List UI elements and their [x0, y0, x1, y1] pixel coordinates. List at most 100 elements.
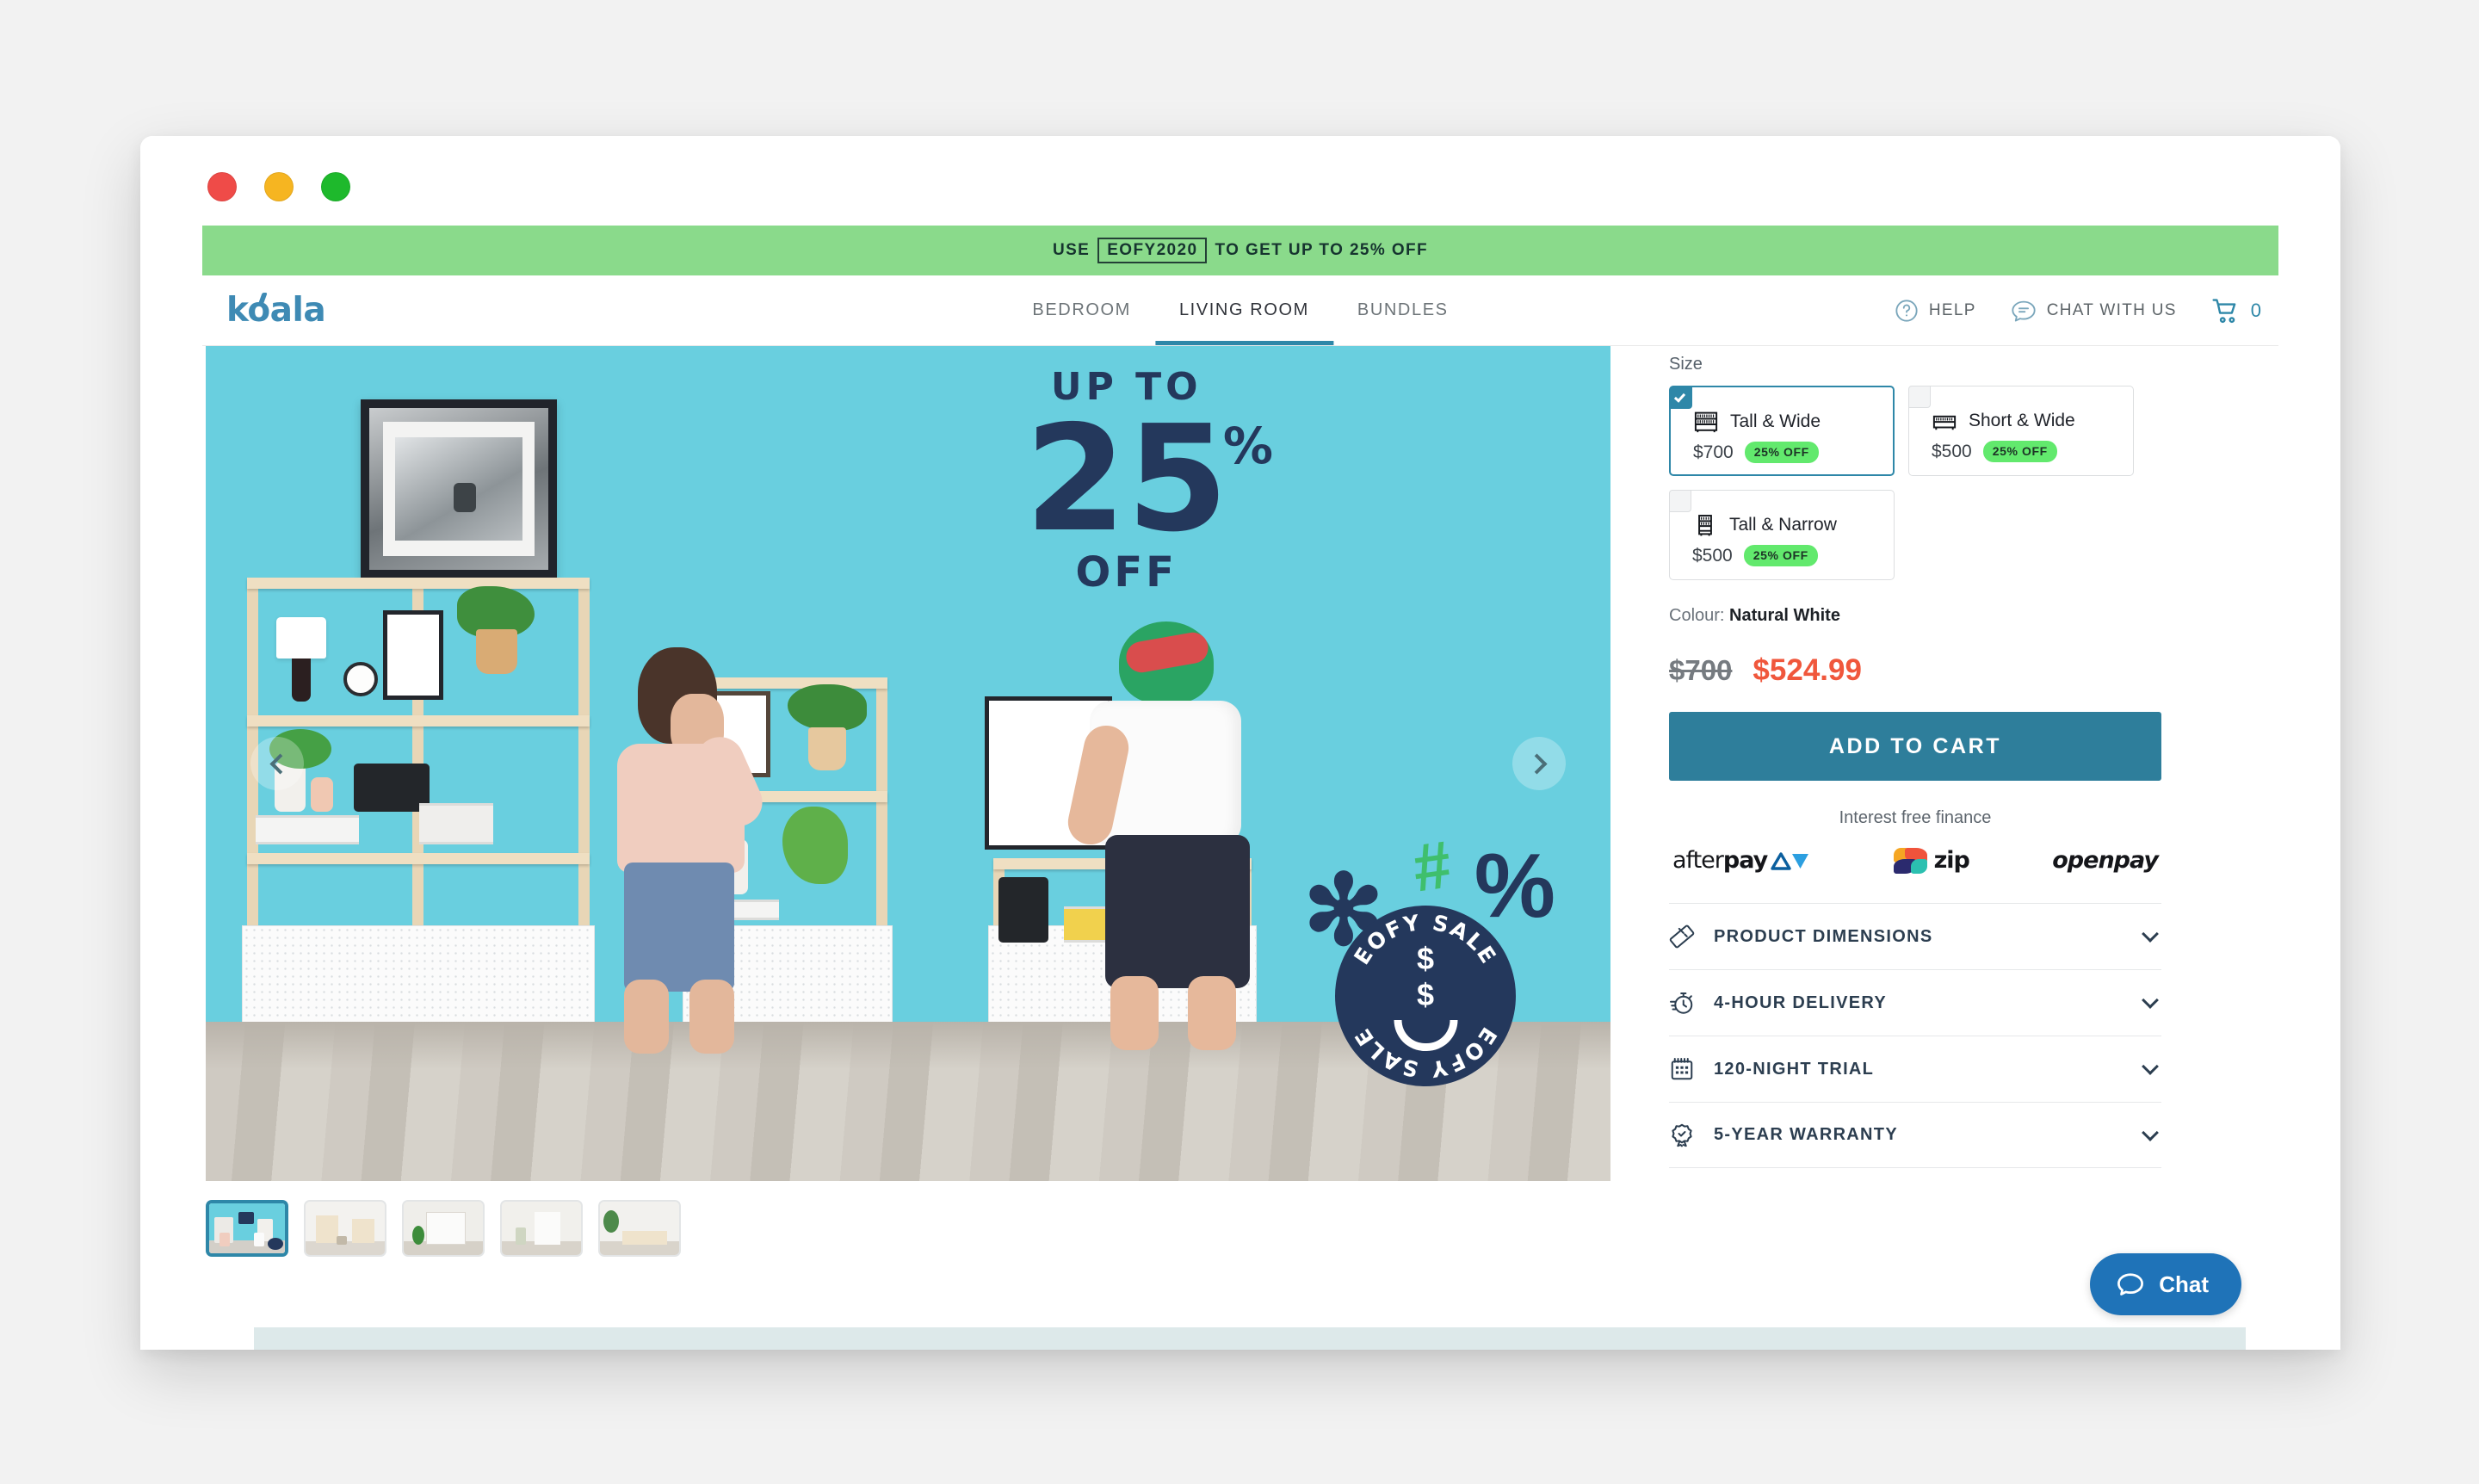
window-titlebar	[140, 136, 2340, 226]
colour-label: Colour:	[1669, 606, 1725, 625]
afterpay-mark-icon	[1771, 850, 1810, 872]
product-info-accordion: PRODUCT DIMENSIONS 4-HOUR DELIVERY 120-N…	[1669, 903, 2161, 1168]
question-circle-icon	[1895, 299, 1919, 323]
price-current: $524.99	[1753, 653, 1862, 687]
gallery-next-button[interactable]	[1512, 737, 1566, 790]
size-checkbox-tall-and-wide[interactable]	[1670, 386, 1692, 409]
zip-mark-icon	[1893, 847, 1928, 874]
chevron-down-icon	[2142, 1123, 2159, 1141]
chat-widget-button[interactable]: Chat	[2090, 1253, 2241, 1315]
zip-text: zip	[1933, 847, 1970, 874]
promo-code[interactable]: EOFY2020	[1097, 238, 1208, 263]
hero-sale-text: UP TO 25 % OFF	[1024, 365, 1273, 597]
wall-art-frame	[361, 399, 557, 578]
accordion-label-4-hour-delivery: 4-HOUR DELIVERY	[1714, 992, 1888, 1012]
eofy-badge-smile	[1394, 1020, 1457, 1051]
person-man	[1064, 621, 1295, 1052]
nav-item-living-room[interactable]: LIVING ROOM	[1154, 275, 1333, 345]
size-checkbox-short-and-wide[interactable]	[1908, 386, 1931, 408]
promo-suffix: TO GET UP TO 25% OFF	[1215, 241, 1429, 259]
shelf-tall-narrow-icon	[1692, 513, 1718, 537]
eofy-badge-face: $ $	[1381, 941, 1471, 1051]
gallery-thumbnails	[206, 1181, 1610, 1257]
gallery-thumbnail-1[interactable]	[206, 1200, 288, 1257]
finance-providers: afterpay zip openpay	[1669, 847, 2161, 874]
hero-percent-sign: %	[1222, 417, 1273, 475]
cart-button[interactable]: 0	[2211, 298, 2261, 324]
gallery-thumbnail-4[interactable]	[500, 1200, 583, 1257]
accordion-row-4-hour-delivery[interactable]: 4-HOUR DELIVERY	[1669, 969, 2161, 1036]
afterpay-text-light: after	[1672, 847, 1724, 874]
shelf-short-wide-icon	[1932, 409, 1957, 433]
openpay-text: openpay	[2052, 847, 2159, 874]
page-bottom-strip	[254, 1327, 2246, 1350]
finance-label: Interest free finance	[1839, 808, 1992, 827]
chat-with-us-link[interactable]: CHAT WITH US	[2011, 299, 2177, 323]
gallery-prev-button[interactable]	[250, 737, 304, 790]
chat-with-us-label: CHAT WITH US	[2046, 300, 2177, 319]
help-link[interactable]: HELP	[1895, 299, 1976, 323]
badge-check-icon	[1669, 1122, 1695, 1148]
size-price-tall-and-wide: $700	[1693, 442, 1734, 462]
ruler-icon	[1669, 924, 1695, 949]
shelf-tall-wide-icon	[1693, 410, 1719, 434]
chat-bubble-icon	[2011, 299, 2037, 323]
chevron-right-icon	[1525, 752, 1548, 775]
maximize-window-button[interactable]	[321, 172, 350, 201]
size-option-tall-and-wide[interactable]: Tall & Wide $700 25% OFF	[1669, 386, 1895, 476]
close-window-button[interactable]	[207, 172, 237, 201]
header-actions: HELP CHAT WITH US 0	[1895, 298, 2278, 324]
cart-count: 0	[2250, 299, 2261, 321]
calendar-icon	[1669, 1056, 1695, 1082]
colour-row: Colour: Natural White	[1669, 606, 2161, 626]
hero-image[interactable]: UP TO 25 % OFF # % ✻ EOFY SALE EOFY SALE…	[206, 346, 1610, 1181]
zip-logo[interactable]: zip	[1893, 847, 1970, 874]
chevron-down-icon	[2142, 992, 2159, 1009]
size-price-tall-and-narrow: $500	[1692, 545, 1733, 566]
size-name-tall-and-wide: Tall & Wide	[1730, 411, 1821, 431]
openpay-logo[interactable]: openpay	[2052, 847, 2159, 874]
nav-item-bedroom[interactable]: BEDROOM	[1008, 275, 1155, 345]
size-option-tall-and-narrow[interactable]: Tall & Narrow $500 25% OFF	[1669, 490, 1895, 580]
promo-banner[interactable]: USE EOFY2020 TO GET UP TO 25% OFF	[202, 226, 2278, 275]
accordion-row-product-dimensions[interactable]: PRODUCT DIMENSIONS	[1669, 903, 2161, 969]
eofy-badge-eyes: $ $	[1416, 941, 1447, 1012]
logo-text: koala	[226, 291, 326, 330]
gallery-thumbnail-3[interactable]	[402, 1200, 485, 1257]
window-controls	[207, 172, 350, 201]
size-options: Tall & Wide $700 25% OFF Short & Wide $5…	[1669, 386, 2161, 580]
promo-prefix: USE	[1052, 241, 1091, 259]
shopping-cart-icon	[2211, 298, 2241, 324]
product-page-content: UP TO 25 % OFF # % ✻ EOFY SALE EOFY SALE…	[140, 346, 2340, 1257]
product-gallery: UP TO 25 % OFF # % ✻ EOFY SALE EOFY SALE…	[202, 346, 1610, 1257]
accordion-label-120-night-trial: 120-NIGHT TRIAL	[1714, 1059, 1875, 1079]
hero-headline-number: 25 %	[1024, 406, 1273, 553]
shelf-unit-left	[242, 578, 595, 1022]
gallery-thumbnail-5[interactable]	[598, 1200, 681, 1257]
price-row: $700 $524.99	[1669, 653, 2161, 688]
size-discount-tall-and-narrow: 25% OFF	[1743, 545, 1818, 566]
colour-value: Natural White	[1729, 606, 1840, 625]
size-checkbox-tall-and-narrow[interactable]	[1669, 490, 1691, 512]
size-option-short-and-wide[interactable]: Short & Wide $500 25% OFF	[1908, 386, 2134, 476]
gallery-thumbnail-2[interactable]	[304, 1200, 386, 1257]
minimize-window-button[interactable]	[264, 172, 294, 201]
afterpay-logo[interactable]: afterpay	[1672, 847, 1810, 874]
add-to-cart-button[interactable]: ADD TO CART	[1669, 712, 2161, 781]
afterpay-text-bold: pay	[1722, 847, 1768, 874]
art-photo	[395, 437, 522, 541]
stopwatch-icon	[1669, 990, 1695, 1016]
size-price-short-and-wide: $500	[1932, 441, 1972, 461]
size-section-label: Size	[1669, 355, 1703, 374]
chevron-left-icon	[269, 752, 291, 775]
accordion-row-120-night-trial[interactable]: 120-NIGHT TRIAL	[1669, 1036, 2161, 1102]
eofy-sale-badge: EOFY SALE EOFY SALE $ $	[1335, 906, 1516, 1086]
nav-item-bundles[interactable]: BUNDLES	[1333, 275, 1473, 345]
browser-window: USE EOFY2020 TO GET UP TO 25% OFF koala …	[140, 136, 2340, 1350]
koala-logo[interactable]: koala	[226, 291, 326, 330]
size-name-tall-and-narrow: Tall & Narrow	[1729, 515, 1837, 535]
site-header: koala BEDROOM LIVING ROOM BUNDLES HELP C…	[202, 275, 2278, 346]
hero-number-value: 25	[1024, 394, 1228, 565]
chevron-down-icon	[2142, 925, 2159, 943]
accordion-row-5-year-warranty[interactable]: 5-YEAR WARRANTY	[1669, 1102, 2161, 1168]
